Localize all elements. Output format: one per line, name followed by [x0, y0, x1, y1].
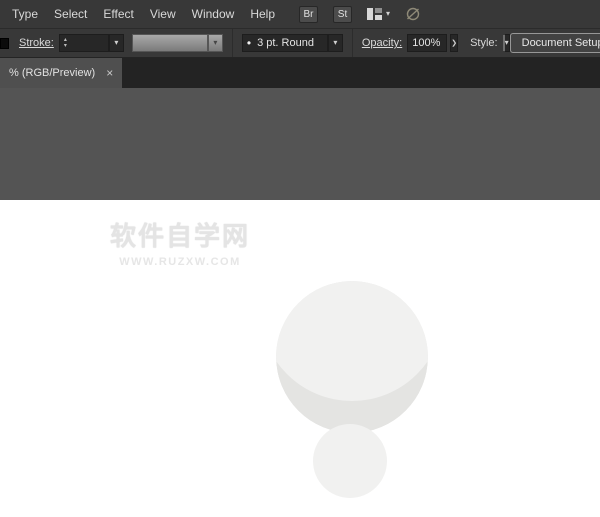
stroke-weight-combo[interactable] — [59, 34, 124, 52]
artboard: 软件自学网 WWW.RUZXW.COM — [0, 200, 600, 517]
divider — [232, 29, 233, 57]
bridge-button[interactable]: Br — [299, 6, 318, 23]
document-setup-button[interactable]: Document Setup — [510, 33, 600, 53]
close-icon[interactable]: × — [106, 67, 113, 79]
graphic-style-dropdown[interactable] — [505, 34, 510, 52]
document-tab[interactable]: % (RGB/Preview) × — [0, 58, 122, 88]
brush-name: 3 pt. Round — [257, 37, 314, 49]
brush-combo[interactable]: 3 pt. Round — [242, 34, 343, 52]
app-bar-icons: Br St — [299, 6, 421, 23]
menu-type[interactable]: Type — [4, 5, 46, 23]
large-circle-highlight — [260, 217, 444, 401]
menu-window[interactable]: Window — [184, 5, 243, 23]
menu-bar: Type Select Effect View Window Help Br S… — [0, 0, 600, 28]
canvas-pasteboard: 软件自学网 WWW.RUZXW.COM — [0, 88, 600, 517]
width-profile-combo[interactable] — [132, 34, 223, 52]
stroke-weight-dropdown[interactable] — [109, 34, 124, 52]
chevron-down-icon — [505, 39, 509, 47]
workspace-grid-icon — [367, 8, 382, 20]
chevron-down-icon — [386, 10, 390, 18]
stock-button[interactable]: St — [333, 6, 352, 23]
menu-select[interactable]: Select — [46, 5, 95, 23]
divider — [352, 29, 353, 57]
stroke-weight-stepper[interactable] — [64, 38, 67, 49]
small-circle-shape[interactable] — [313, 424, 387, 498]
document-tab-bar: % (RGB/Preview) × — [0, 58, 600, 88]
fill-color-swatch[interactable] — [0, 38, 9, 49]
artwork-layer — [0, 200, 600, 517]
opacity-value[interactable]: 100% — [407, 34, 447, 52]
menu-effect[interactable]: Effect — [95, 5, 141, 23]
opacity-label[interactable]: Opacity: — [362, 37, 402, 49]
chevron-down-icon — [333, 39, 337, 47]
opacity-expand-button[interactable] — [450, 34, 458, 52]
document-tab-label: % (RGB/Preview) — [9, 67, 95, 79]
menu-view[interactable]: View — [142, 5, 184, 23]
stroke-label[interactable]: Stroke: — [19, 37, 54, 49]
opacity-field[interactable]: 100% — [407, 34, 447, 52]
width-profile-dropdown[interactable] — [208, 34, 223, 52]
menu-help[interactable]: Help — [242, 5, 283, 23]
share-disabled-icon[interactable] — [405, 7, 421, 21]
workspace-switcher-button[interactable] — [367, 8, 390, 20]
control-bar: Stroke: 3 pt. Round Opacity: 100% Style: — [0, 28, 600, 58]
chevron-down-icon — [213, 39, 217, 47]
brush-dot-icon — [247, 37, 251, 49]
large-circle-shape[interactable] — [260, 217, 444, 433]
brush-dropdown[interactable] — [328, 34, 343, 52]
style-label: Style: — [470, 37, 498, 49]
illustrator-window: Type Select Effect View Window Help Br S… — [0, 0, 600, 517]
chevron-down-icon — [114, 39, 118, 47]
